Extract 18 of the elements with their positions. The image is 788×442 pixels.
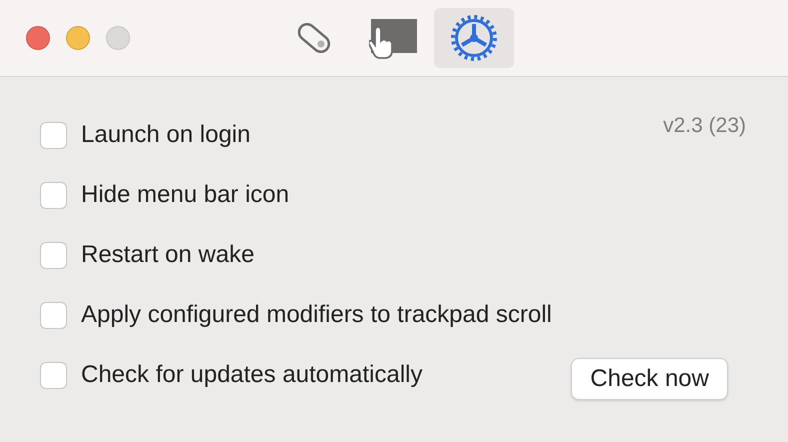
checkbox-label: Check for updates automatically	[81, 361, 423, 389]
checkbox[interactable]	[40, 242, 67, 268]
version-label: v2.3 (23)	[663, 114, 746, 138]
toolbar-tab[interactable]	[434, 8, 514, 68]
checkbox[interactable]	[40, 362, 67, 388]
close-button[interactable]	[26, 26, 50, 50]
gear-icon	[449, 13, 499, 63]
check-now-button[interactable]: Check now	[571, 358, 728, 400]
checkbox[interactable]	[40, 182, 67, 208]
zoom-button[interactable]	[106, 26, 130, 50]
checkbox-label: Launch on login	[81, 121, 250, 149]
checkbox-label: Hide menu bar icon	[81, 181, 290, 209]
checkbox[interactable]	[40, 122, 67, 148]
trackpad-hand-icon	[369, 17, 419, 59]
checkbox-label: Restart on wake	[81, 241, 254, 269]
checkbox-label: Apply configured modifiers to trackpad scroll	[81, 301, 552, 329]
minimize-button[interactable]	[66, 26, 90, 50]
checkbox[interactable]	[40, 302, 67, 328]
